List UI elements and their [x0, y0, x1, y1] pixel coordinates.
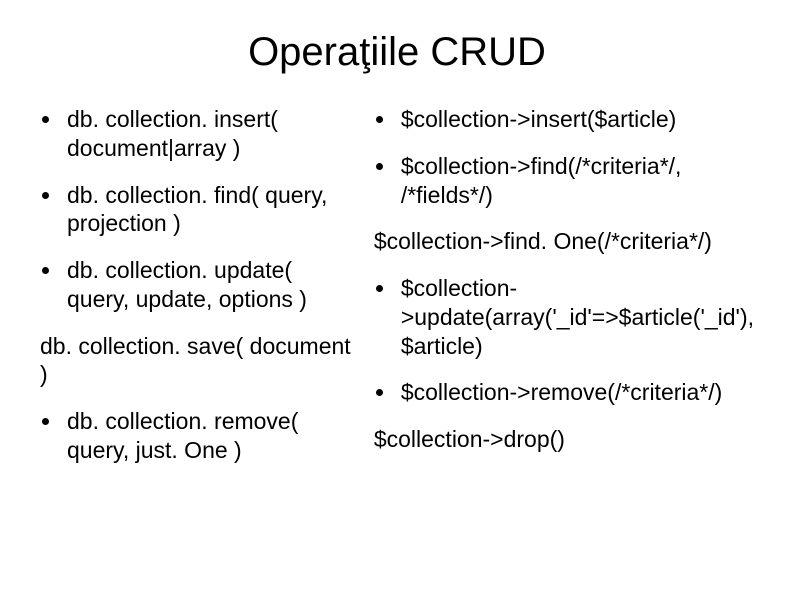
list-item-plain: $collection->drop() [374, 425, 754, 454]
slide-title: Operaţiile CRUD [40, 30, 754, 75]
bullet-icon [42, 418, 49, 425]
list-item: $collection->update(array('_id'=>$articl… [374, 274, 754, 360]
right-column: $collection->insert($article) $collectio… [374, 105, 754, 483]
columns: db. collection. insert( document|array )… [40, 105, 754, 483]
list-item: db. collection. update( query, update, o… [40, 256, 354, 314]
left-column: db. collection. insert( document|array )… [40, 105, 354, 483]
item-text: db. collection. update( query, update, o… [67, 256, 354, 314]
list-item: db. collection. insert( document|array ) [40, 105, 354, 163]
item-text: db. collection. find( query, projection … [67, 181, 354, 239]
item-text: db. collection. remove( query, just. One… [67, 407, 354, 465]
item-text: db. collection. insert( document|array ) [67, 105, 354, 163]
item-text: $collection->find(/*criteria*/, /*fields… [401, 152, 754, 210]
item-text: $collection->update(array('_id'=>$articl… [401, 274, 754, 360]
bullet-icon [376, 389, 383, 396]
bullet-icon [376, 116, 383, 123]
bullet-icon [376, 285, 383, 292]
item-text: $collection->insert($article) [401, 105, 754, 134]
list-item-plain: $collection->find. One(/*criteria*/) [374, 227, 754, 256]
slide: Operaţiile CRUD db. collection. insert( … [0, 0, 794, 595]
bullet-icon [42, 267, 49, 274]
list-item-plain: db. collection. save( document ) [40, 332, 354, 390]
bullet-icon [42, 116, 49, 123]
list-item: $collection->insert($article) [374, 105, 754, 134]
bullet-icon [376, 163, 383, 170]
list-item: db. collection. find( query, projection … [40, 181, 354, 239]
list-item: $collection->remove(/*criteria*/) [374, 378, 754, 407]
list-item: db. collection. remove( query, just. One… [40, 407, 354, 465]
bullet-icon [42, 192, 49, 199]
list-item: $collection->find(/*criteria*/, /*fields… [374, 152, 754, 210]
item-text: $collection->remove(/*criteria*/) [401, 378, 754, 407]
